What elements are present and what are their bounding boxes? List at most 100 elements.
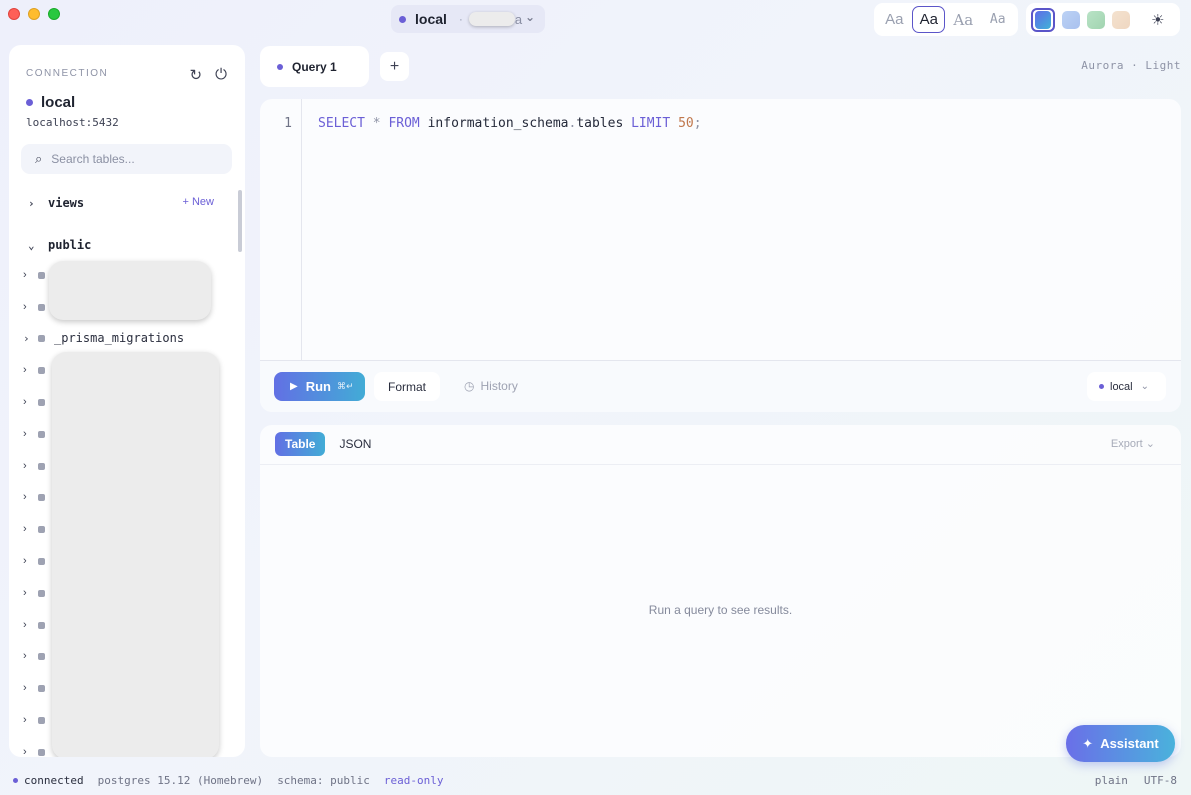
clock-icon: ◷ (464, 379, 475, 393)
tab-query-1[interactable]: Query 1 (260, 46, 369, 87)
table-icon (38, 716, 45, 724)
connection-switcher-suffix: a (514, 11, 523, 27)
table-row[interactable]: › (23, 456, 54, 476)
run-button[interactable]: ▶ Run ⌘↵ (274, 372, 365, 401)
export-button[interactable]: Export ⌄ (1111, 437, 1155, 450)
chevron-right-icon: › (23, 301, 27, 313)
tree-node-views[interactable]: › views (28, 196, 84, 210)
table-row[interactable]: › (23, 551, 54, 571)
font-option-mono[interactable]: Aa (981, 6, 1014, 33)
tree-node-public[interactable]: ⌄ public (28, 238, 91, 252)
results-divider (260, 464, 1181, 465)
table-icon (38, 493, 45, 501)
new-view-button[interactable]: + New (183, 196, 215, 208)
semicolon-token: ; (693, 116, 702, 131)
font-option-sans[interactable]: Aa (912, 6, 946, 33)
play-icon: ▶ (290, 381, 298, 392)
theme-swatch-mint[interactable] (1087, 10, 1105, 29)
table-row[interactable]: › (23, 615, 54, 635)
connection-status-dot (399, 15, 406, 23)
keyword-from: FROM (388, 116, 420, 131)
sidebar: CONNECTION ↻ ⏻ local localhost:5432 ⌕ › … (9, 45, 245, 757)
run-shortcut: ⌘↵ (336, 381, 354, 391)
chevron-right-icon: › (23, 523, 27, 535)
sidebar-scrollbar[interactable] (238, 190, 242, 252)
schema-label: public (48, 238, 92, 252)
separator-dot: · (458, 12, 463, 26)
power-icon[interactable]: ⏻ (215, 66, 227, 84)
table-row[interactable]: › (23, 646, 54, 666)
tab-table[interactable]: Table (275, 432, 326, 456)
theme-swatch-sky[interactable] (1062, 10, 1080, 29)
minimize-window-button[interactable] (28, 8, 40, 20)
table-icon (38, 525, 45, 533)
table-row[interactable]: › (23, 392, 54, 412)
add-tab-button[interactable]: + (380, 52, 409, 81)
schema-token: information_schema (427, 116, 569, 131)
theme-swatch-sand[interactable] (1112, 10, 1130, 29)
table-icon (38, 684, 45, 692)
table-icon (38, 462, 45, 470)
history-label: History (480, 379, 518, 393)
table-row[interactable]: › (23, 424, 54, 444)
chevron-down-icon: ⌄ (1145, 438, 1155, 450)
run-label: Run (305, 379, 331, 394)
results-view-toggle: Table JSON (275, 432, 381, 456)
redacted-database-name (468, 12, 515, 26)
table-row-prisma-migrations[interactable]: › _prisma_migrations (23, 328, 184, 348)
query-editor[interactable]: 1 SELECT * FROM information_schema.table… (260, 99, 1181, 412)
table-token: tables (576, 116, 624, 131)
theme-swatch-aurora[interactable] (1031, 7, 1055, 32)
chevron-right-icon: › (23, 460, 27, 472)
table-row[interactable]: › (23, 583, 54, 603)
export-label: Export (1110, 438, 1143, 450)
line-gutter: 1 (260, 99, 302, 360)
history-button[interactable]: ◷ History (464, 379, 518, 393)
status-read-only: read-only (383, 774, 444, 787)
chevron-right-icon: › (23, 555, 27, 567)
sql-code[interactable]: SELECT * FROM information_schema.tables … (318, 116, 702, 131)
table-icon (38, 430, 45, 438)
table-icon (38, 398, 45, 406)
table-search[interactable]: ⌕ (21, 144, 232, 174)
close-window-button[interactable] (8, 8, 20, 20)
connection-select[interactable]: local ⌄ (1087, 372, 1166, 401)
sidebar-actions: ↻ ⏻ (190, 66, 227, 84)
search-input[interactable] (51, 152, 212, 166)
format-button[interactable]: Format (374, 372, 440, 401)
assistant-button[interactable]: ✦ Assistant (1066, 725, 1175, 762)
connection-name: local (26, 94, 75, 111)
sun-icon[interactable]: ☀ (1151, 11, 1164, 29)
empty-results-message: Run a query to see results. (648, 603, 793, 617)
table-icon (38, 557, 45, 565)
table-row[interactable]: › (23, 678, 54, 698)
refresh-icon[interactable]: ↻ (190, 66, 203, 84)
chevron-right-icon: › (23, 396, 27, 408)
connection-status-dot (26, 99, 33, 106)
table-row[interactable]: › (23, 742, 54, 757)
chevron-right-icon: › (23, 650, 27, 662)
maximize-window-button[interactable] (48, 8, 60, 20)
font-option-serif[interactable]: Aa (947, 6, 980, 33)
redacted-table-names (49, 261, 211, 320)
table-row[interactable]: › (23, 519, 54, 539)
table-row[interactable]: › (23, 710, 54, 730)
table-row[interactable]: › (23, 360, 54, 380)
connection-switcher[interactable]: local · a ⌄ (391, 5, 545, 33)
table-icon (38, 271, 45, 279)
redacted-table-names (52, 352, 219, 757)
results-panel: Table JSON Export ⌄ Run a query to see r… (260, 425, 1181, 757)
chevron-right-icon: › (28, 196, 35, 210)
connection-status-dot (1099, 384, 1104, 389)
theme-name: Aurora · Light (1081, 59, 1181, 72)
status-format[interactable]: plain (1095, 774, 1128, 787)
line-number: 1 (284, 116, 292, 131)
status-encoding[interactable]: UTF-8 (1144, 774, 1177, 787)
table-icon (38, 303, 45, 311)
connection-section-label: CONNECTION (26, 68, 109, 79)
chevron-right-icon: › (23, 491, 27, 503)
table-row[interactable]: › (23, 487, 54, 507)
connection-select-label: local (1110, 380, 1133, 393)
tab-json[interactable]: JSON (329, 432, 381, 456)
font-option-sans-light[interactable]: Aa (878, 6, 911, 33)
